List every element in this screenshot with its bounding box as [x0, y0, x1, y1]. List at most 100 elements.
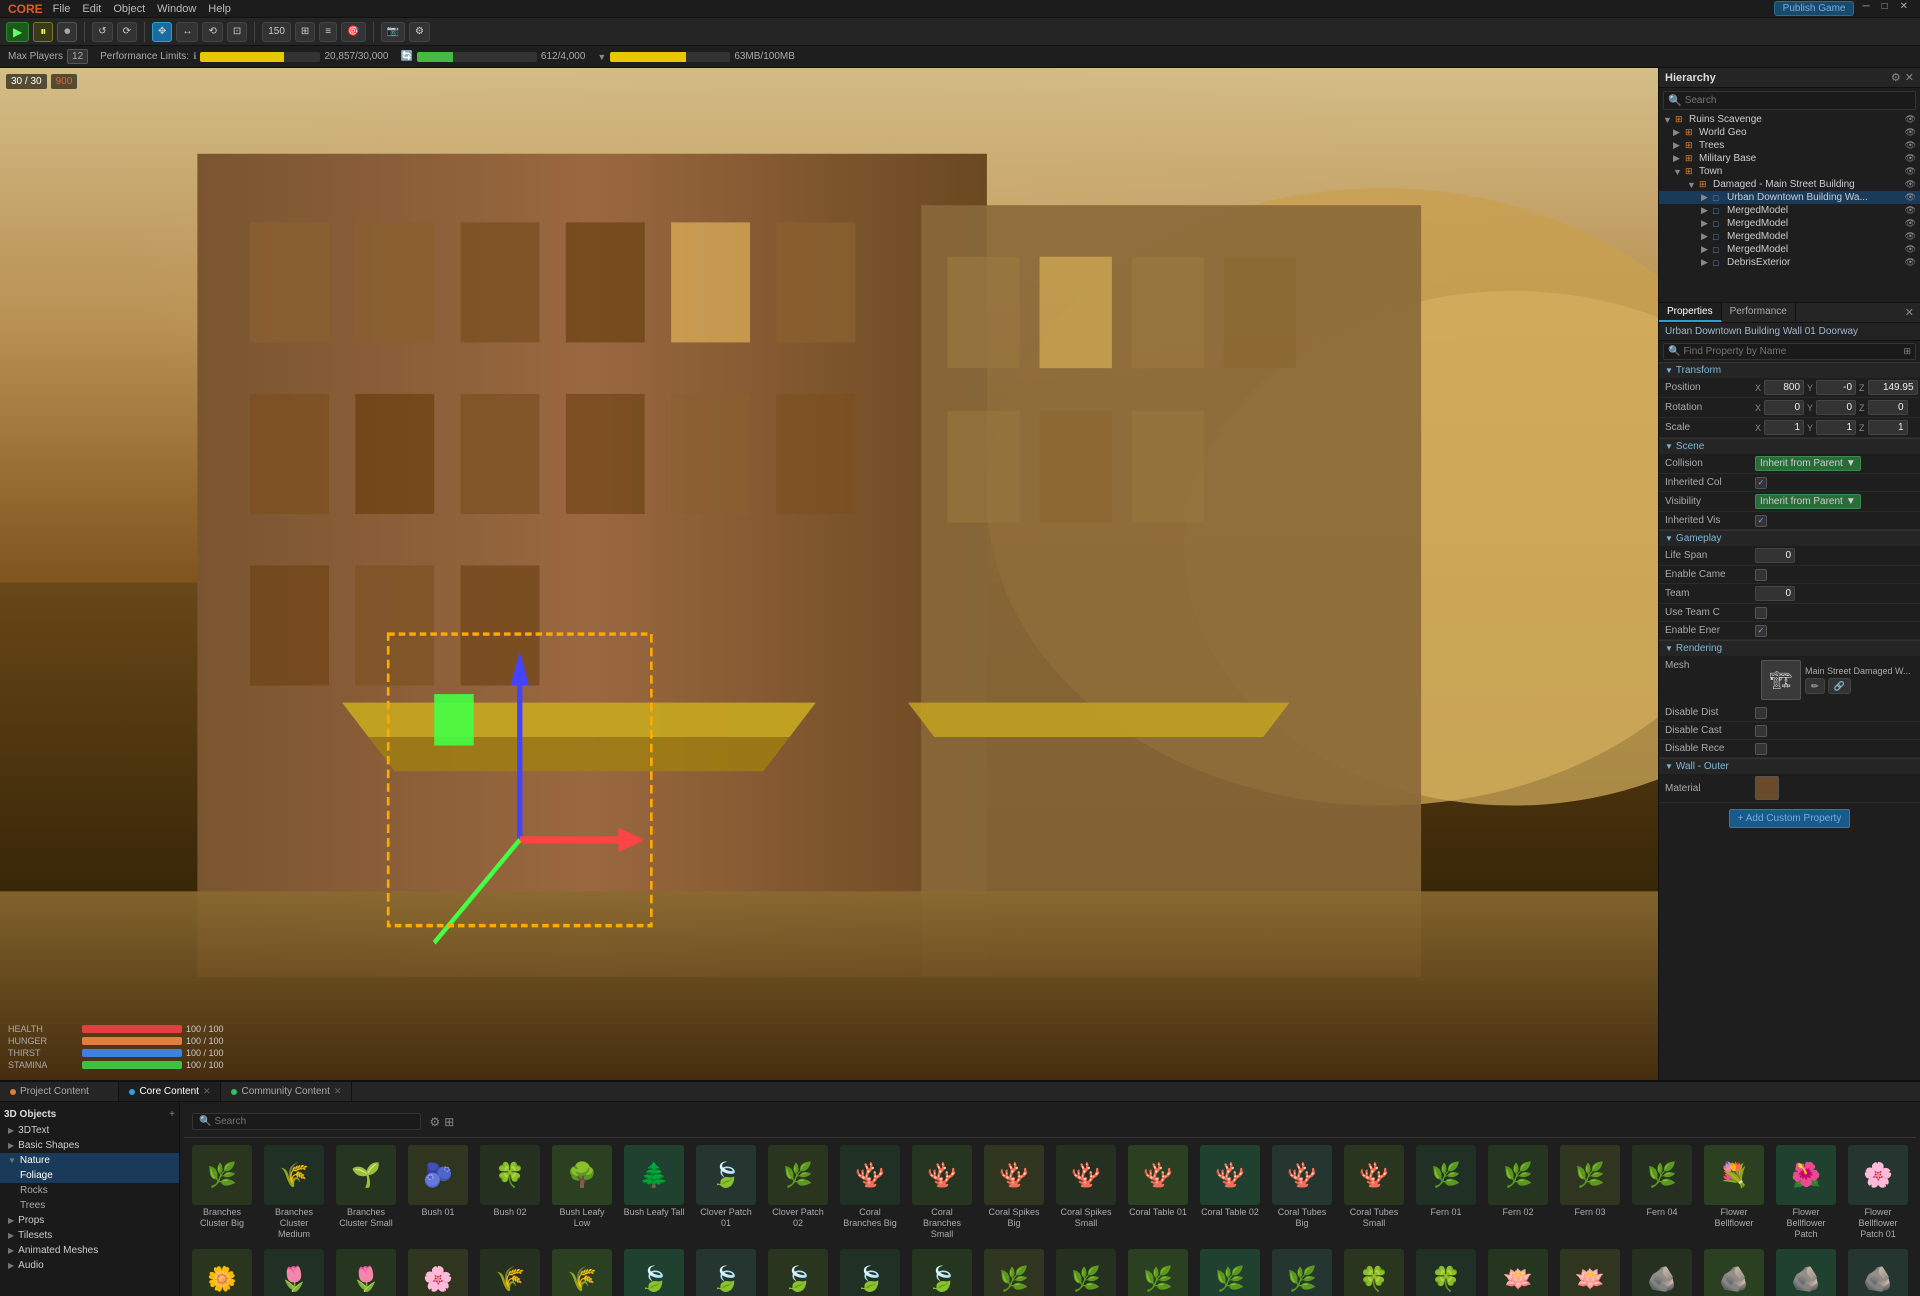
tree-eye-icon[interactable]: 👁 [1905, 192, 1916, 203]
asset-item[interactable]: 🪨 Rock 03 [1772, 1246, 1840, 1296]
tree-item-worldgeo[interactable]: ▶ ⊞ World Geo 👁 [1659, 126, 1920, 139]
asset-item[interactable]: 🪸 Coral Tubes Big [1268, 1142, 1336, 1242]
play-button[interactable]: ▶ [6, 22, 29, 42]
asset-item[interactable]: 🌾 Grass Short [476, 1246, 544, 1296]
asset-cat-basic-shapes[interactable]: ▶ Basic Shapes [0, 1138, 179, 1153]
disable-rece-checkbox[interactable] [1755, 743, 1767, 755]
asset-item[interactable]: 🌱 Branches Cluster Small [332, 1142, 400, 1242]
team-input[interactable] [1755, 586, 1795, 601]
tree-eye-icon[interactable]: 👁 [1905, 153, 1916, 164]
asset-item[interactable]: 🪸 Coral Spikes Small [1052, 1142, 1120, 1242]
asset-item[interactable]: 🌿 Kelp Tile 01 [1196, 1246, 1264, 1296]
tab-community-content[interactable]: Community Content ✕ [221, 1082, 352, 1101]
enable-ener-checkbox[interactable] [1755, 625, 1767, 637]
scale-y-input[interactable] [1816, 420, 1856, 435]
hierarchy-search-input[interactable] [1685, 95, 1911, 106]
tab-performance[interactable]: Performance [1722, 303, 1796, 322]
asset-item[interactable]: 🫐 Bush 01 [404, 1142, 472, 1242]
menu-file[interactable]: File [53, 3, 71, 15]
tree-item-merged3[interactable]: ▶ □ MergedModel 👁 [1659, 230, 1920, 243]
toolbar-undo[interactable]: ↺ [92, 22, 112, 42]
mesh-link-btn[interactable]: 🔗 [1828, 678, 1851, 694]
asset-item[interactable]: 🍀 Bush 02 [476, 1142, 544, 1242]
asset-subcat-rocks[interactable]: Rocks [0, 1183, 179, 1198]
asset-item[interactable]: 🍃 Clover Patch 01 [692, 1142, 760, 1242]
toolbar-view[interactable]: ≡ [319, 22, 337, 42]
section-wall-outer[interactable]: ▼ Wall - Outer [1659, 758, 1920, 774]
section-scene[interactable]: ▼ Scene [1659, 438, 1920, 454]
asset-item[interactable]: 🌿 Kelp Bush 02 [1052, 1246, 1120, 1296]
rot-y-input[interactable] [1816, 400, 1856, 415]
toolbar-scale[interactable]: ⊡ [227, 22, 247, 42]
asset-item[interactable]: 🌿 Fern 04 [1628, 1142, 1696, 1242]
hierarchy-search[interactable]: 🔍 [1663, 91, 1916, 110]
viewport[interactable]: 30 / 30 900 HEALTH 100 / 100 HUNGER 100 … [0, 68, 1658, 1080]
toolbar-snap[interactable]: 150 [262, 22, 291, 42]
tree-item-damaged[interactable]: ▼ ⊞ Damaged - Main Street Building 👁 [1659, 178, 1920, 191]
toolbar-camera[interactable]: 🎯 [341, 22, 365, 42]
asset-cat-props[interactable]: ▶ Props [0, 1213, 179, 1228]
toolbar-grid[interactable]: ⊞ [295, 22, 315, 42]
disable-cast-checkbox[interactable] [1755, 725, 1767, 737]
asset-item[interactable]: 🪷 Lily Pads 001 [1484, 1246, 1552, 1296]
asset-item[interactable]: 🍃 Ivy 04 [836, 1246, 904, 1296]
tab-project-content[interactable]: Project Content true [0, 1082, 119, 1101]
tree-item-military[interactable]: ▶ ⊞ Military Base 👁 [1659, 152, 1920, 165]
asset-item[interactable]: 🪷 Lily Pads 002 [1556, 1246, 1624, 1296]
asset-item[interactable]: 🌿 Kelp Bush 01 [980, 1246, 1048, 1296]
asset-item[interactable]: 🌿 Branches Cluster Big [188, 1142, 256, 1242]
tree-eye-icon[interactable]: 👁 [1905, 244, 1916, 255]
tree-item-debris[interactable]: ▶ □ DebrisExterior 👁 [1659, 256, 1920, 269]
use-team-checkbox[interactable] [1755, 607, 1767, 619]
visibility-dropdown[interactable]: Inherit from Parent ▼ [1755, 494, 1861, 509]
asset-item[interactable]: 🍃 Ivy 02 [692, 1246, 760, 1296]
asset-item[interactable]: 🪸 Coral Branches Small [908, 1142, 976, 1242]
tree-eye-icon[interactable]: 👁 [1905, 218, 1916, 229]
tree-eye-icon[interactable]: 👁 [1905, 114, 1916, 125]
mesh-edit-btn[interactable]: ✏ [1805, 678, 1825, 694]
menu-window[interactable]: Window [157, 3, 196, 15]
find-property-input[interactable] [1683, 346, 1903, 357]
collision-dropdown[interactable]: Inherit from Parent ▼ [1755, 456, 1861, 471]
asset-item[interactable]: 🌿 Kelp Tail Bush 01 [1124, 1246, 1192, 1296]
asset-item[interactable]: 🪨 Rock Block 01 [1844, 1246, 1912, 1296]
material-swatch[interactable] [1755, 776, 1779, 800]
asset-item[interactable]: 🌾 Branches Cluster Medium [260, 1142, 328, 1242]
toolbar-screenshot[interactable]: 📷 [381, 22, 405, 42]
scale-z-input[interactable] [1868, 420, 1908, 435]
asset-item[interactable]: 🪸 Coral Spikes Big [980, 1142, 1048, 1242]
tree-item-urban[interactable]: ▶ □ Urban Downtown Building Wa... 👁 [1659, 191, 1920, 204]
minimize-button[interactable]: ─ [1858, 1, 1873, 16]
hierarchy-close-icon[interactable]: ✕ [1905, 71, 1914, 84]
tab-core-content[interactable]: Core Content ✕ [119, 1082, 221, 1101]
asset-search-bar[interactable]: 🔍 [192, 1113, 421, 1130]
pause-button[interactable]: ⏸ [33, 22, 53, 42]
asset-search-input[interactable] [214, 1116, 414, 1127]
asset-item[interactable]: 🪨 Rock 01 [1628, 1246, 1696, 1296]
toolbar-select[interactable]: ✥ [152, 22, 172, 42]
tree-eye-icon[interactable]: 👁 [1905, 127, 1916, 138]
asset-item[interactable]: 🌷 Flower Wild Lily [260, 1246, 328, 1296]
toolbar-settings[interactable]: ⚙ [409, 22, 430, 42]
asset-item[interactable]: 🌸 Flower Wild Lily 03 [404, 1246, 472, 1296]
toolbar-translate[interactable]: ↔ [176, 22, 198, 42]
pos-z-input[interactable] [1868, 380, 1918, 395]
asset-item[interactable]: 🌿 Fern 01 [1412, 1142, 1480, 1242]
toolbar-redo[interactable]: ⟳ [117, 22, 137, 42]
find-prop-btn[interactable]: ⊞ [1903, 346, 1911, 357]
lifespan-input[interactable] [1755, 548, 1795, 563]
asset-item[interactable]: 🌾 Grass Tall [548, 1246, 616, 1296]
tree-item-merged1[interactable]: ▶ □ MergedModel 👁 [1659, 204, 1920, 217]
tree-item-ruins[interactable]: ▼ ⊞ Ruins Scavenge 👁 [1659, 113, 1920, 126]
asset-item[interactable]: 🌺 Flower Bellflower Patch [1772, 1142, 1840, 1242]
tab-close-core[interactable]: ✕ [203, 1086, 211, 1097]
asset-subcat-foliage[interactable]: Foliage [0, 1168, 179, 1183]
tree-eye-icon[interactable]: 👁 [1905, 166, 1916, 177]
asset-cat-animated[interactable]: ▶ Animated Meshes [0, 1243, 179, 1258]
asset-item[interactable]: 💐 Flower Bellflower [1700, 1142, 1768, 1242]
enable-cam-checkbox[interactable] [1755, 569, 1767, 581]
publish-game-button[interactable]: Publish Game [1774, 1, 1855, 16]
hierarchy-filter-icon[interactable]: ⚙ [1891, 71, 1901, 84]
menu-edit[interactable]: Edit [82, 3, 101, 15]
tree-item-merged4[interactable]: ▶ □ MergedModel 👁 [1659, 243, 1920, 256]
